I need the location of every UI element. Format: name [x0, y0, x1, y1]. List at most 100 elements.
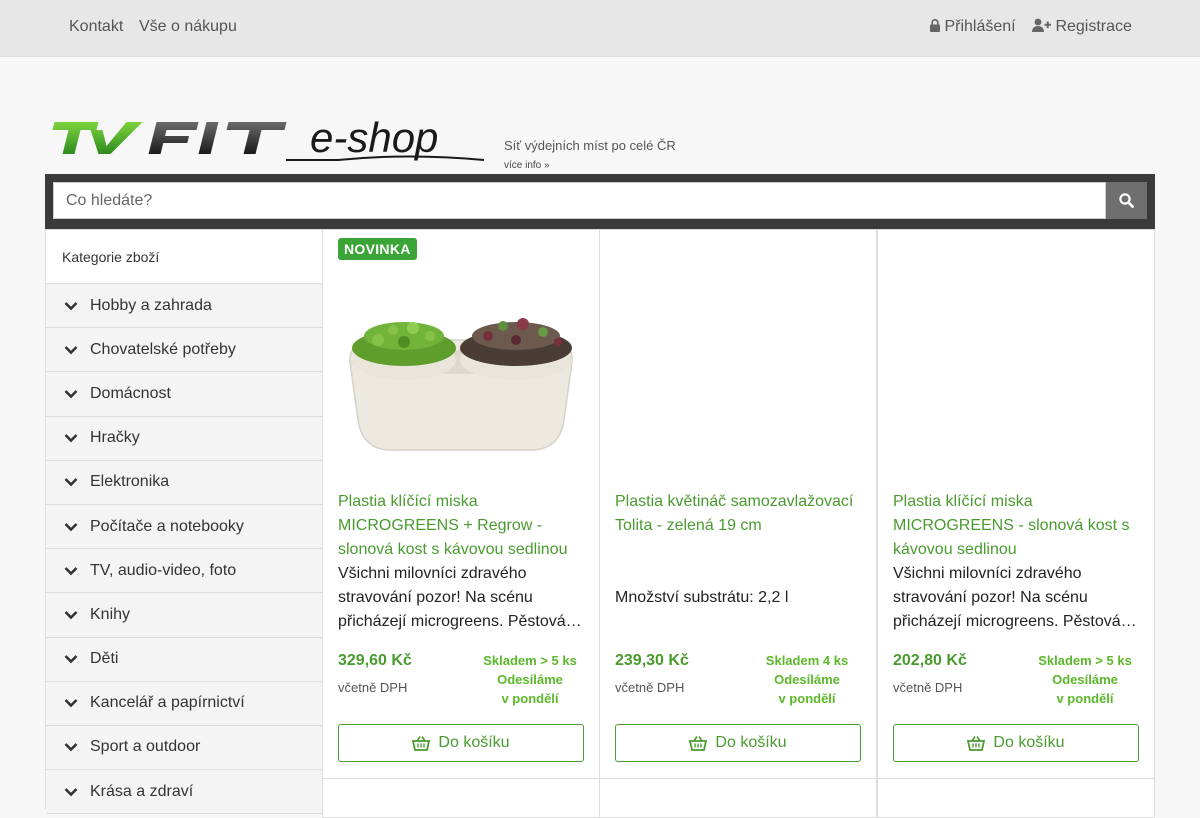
category-label: Hobby a zahrada	[90, 296, 212, 314]
description-line: Všichni milovníci zdravého	[893, 565, 1082, 582]
add-to-cart-button[interactable]: Do košíku	[893, 724, 1139, 762]
category-label: Chovatelské potřeby	[90, 340, 236, 358]
description-line	[615, 562, 863, 586]
category-label: Kancelář a papírnictví	[90, 694, 245, 712]
pickup-points-tagline: Síť výdejních míst po celé ČR	[504, 138, 676, 153]
search-input[interactable]	[53, 182, 1106, 219]
product-title-link[interactable]: Plastia klíčící miska MICROGREENS - slon…	[893, 490, 1143, 562]
category-sidebar: Kategorie zboží Hobby a zahrada Chovatel…	[45, 229, 323, 815]
search-icon	[1119, 193, 1134, 208]
product-title-link[interactable]: Plastia květináč samozavlažovací Tolita …	[615, 490, 865, 538]
vat-note: včetně DPH	[615, 680, 685, 695]
category-label: TV, audio-video, foto	[90, 561, 237, 579]
contact-link[interactable]: Kontakt	[69, 18, 123, 36]
chevron-down-icon	[64, 743, 78, 752]
chevron-down-icon	[64, 699, 78, 708]
chevron-down-icon	[64, 345, 78, 355]
register-link[interactable]: Registrace	[1032, 18, 1132, 36]
shipping-day: v pondělí	[1056, 691, 1114, 706]
category-label: Domácnost	[90, 384, 171, 402]
basket-icon	[412, 735, 431, 751]
product-title-link[interactable]: Plastia klíčící miska MICROGREENS + Regr…	[338, 490, 588, 562]
vat-note: včetně DPH	[338, 680, 408, 695]
category-label: Počítače a notebooky	[90, 517, 244, 535]
category-label: Elektronika	[90, 473, 170, 491]
svg-text:e-shop: e-shop	[310, 116, 438, 161]
category-item-office[interactable]: Kancelář a papírnictví	[46, 681, 322, 726]
chevron-down-icon	[64, 478, 78, 487]
shop-logo[interactable]: e-shop	[48, 116, 488, 164]
description-line: přicházejí microgreens. Pěstová…	[338, 613, 582, 630]
product-price: 202,80 Kč	[893, 652, 967, 669]
chevron-down-icon	[64, 610, 78, 620]
category-item-hobby[interactable]: Hobby a zahrada	[46, 284, 322, 329]
basket-icon	[967, 735, 986, 751]
category-item-kids[interactable]: Děti	[46, 637, 322, 682]
category-item-electronics[interactable]: Elektronika	[46, 460, 322, 505]
category-item-household[interactable]: Domácnost	[46, 372, 322, 417]
basket-icon	[689, 735, 708, 751]
category-label: Knihy	[90, 605, 131, 623]
category-label: Hračky	[90, 429, 140, 447]
product-description: Množství substrátu: 2,2 l	[615, 562, 863, 634]
category-label: Krása a zdraví	[90, 782, 194, 800]
search-button[interactable]	[1106, 182, 1147, 219]
category-item-beauty[interactable]: Krása a zdraví	[46, 770, 322, 815]
stock-status: Skladem > 5 ks Odesíláme v pondělí	[1018, 651, 1152, 708]
add-to-cart-button[interactable]: Do košíku	[338, 724, 584, 762]
product-price: 329,60 Kč	[338, 652, 412, 669]
login-link[interactable]: Přihlášení	[930, 18, 1016, 36]
cart-label: Do košíku	[993, 734, 1065, 751]
description-line: Množství substrátu: 2,2 l	[615, 589, 789, 606]
vat-note: včetně DPH	[893, 680, 963, 695]
add-to-cart-button[interactable]: Do košíku	[615, 724, 861, 762]
category-item-toys[interactable]: Hračky	[46, 416, 322, 461]
product-card: Plastia květináč samozavlažovací Tolita …	[599, 229, 877, 779]
product-card-next-row	[599, 778, 877, 818]
register-label: Registrace	[1055, 18, 1132, 35]
category-label: Sport a outdoor	[90, 738, 201, 756]
shipping-label: Odesíláme	[774, 672, 840, 687]
shipping-label: Odesíláme	[1052, 672, 1118, 687]
cart-label: Do košíku	[438, 734, 510, 751]
shipping-day: v pondělí	[501, 691, 559, 706]
login-label: Přihlášení	[944, 18, 1016, 35]
description-line: stravování pozor! Na scénu	[893, 589, 1088, 606]
shipping-day: v pondělí	[778, 691, 836, 706]
product-card: Plastia klíčící miska MICROGREENS - slon…	[877, 229, 1155, 779]
user-plus-icon	[1032, 18, 1051, 32]
stock-status: Skladem 4 ks Odesíláme v pondělí	[740, 651, 874, 708]
product-description: Všichni milovníci zdravého stravování po…	[338, 562, 586, 634]
category-label: Děti	[90, 650, 119, 668]
category-item-books[interactable]: Knihy	[46, 593, 322, 638]
chevron-down-icon	[64, 390, 78, 399]
search-bar	[45, 174, 1155, 229]
category-item-tv-audio[interactable]: TV, audio-video, foto	[46, 549, 322, 594]
more-info-link[interactable]: více info »	[504, 160, 550, 171]
product-image-microgreens-regrow[interactable]	[338, 270, 584, 480]
stock-count: Skladem > 5 ks	[483, 653, 577, 668]
category-item-sport[interactable]: Sport a outdoor	[46, 725, 322, 771]
top-bar: Kontakt Vše o nákupu Přihlášení Registra…	[0, 0, 1200, 57]
chevron-down-icon	[64, 301, 78, 310]
product-grid: NOVINKA Plastia klíčící miska MICROGREEN…	[322, 229, 1155, 818]
chevron-down-icon	[64, 434, 78, 443]
description-line: Všichni milovníci zdravého	[338, 565, 527, 582]
product-price: 239,30 Kč	[615, 652, 689, 669]
product-description: Všichni milovníci zdravého stravování po…	[893, 562, 1141, 634]
chevron-down-icon	[64, 787, 78, 796]
description-line: stravování pozor! Na scénu	[338, 589, 533, 606]
stock-status: Skladem > 5 ks Odesíláme v pondělí	[463, 651, 597, 708]
lock-icon	[930, 19, 940, 32]
shopping-info-link[interactable]: Vše o nákupu	[139, 18, 237, 36]
stock-count: Skladem > 5 ks	[1038, 653, 1132, 668]
description-line: přicházejí microgreens. Pěstová…	[893, 613, 1137, 630]
category-item-pets[interactable]: Chovatelské potřeby	[46, 328, 322, 373]
chevron-down-icon	[64, 655, 78, 664]
chevron-down-icon	[64, 522, 78, 531]
new-badge: NOVINKA	[338, 238, 417, 260]
shipping-label: Odesíláme	[497, 672, 563, 687]
cart-label: Do košíku	[715, 734, 787, 751]
product-card: NOVINKA Plastia klíčící miska MICROGREEN…	[322, 229, 600, 779]
category-item-computers[interactable]: Počítače a notebooky	[46, 504, 322, 550]
